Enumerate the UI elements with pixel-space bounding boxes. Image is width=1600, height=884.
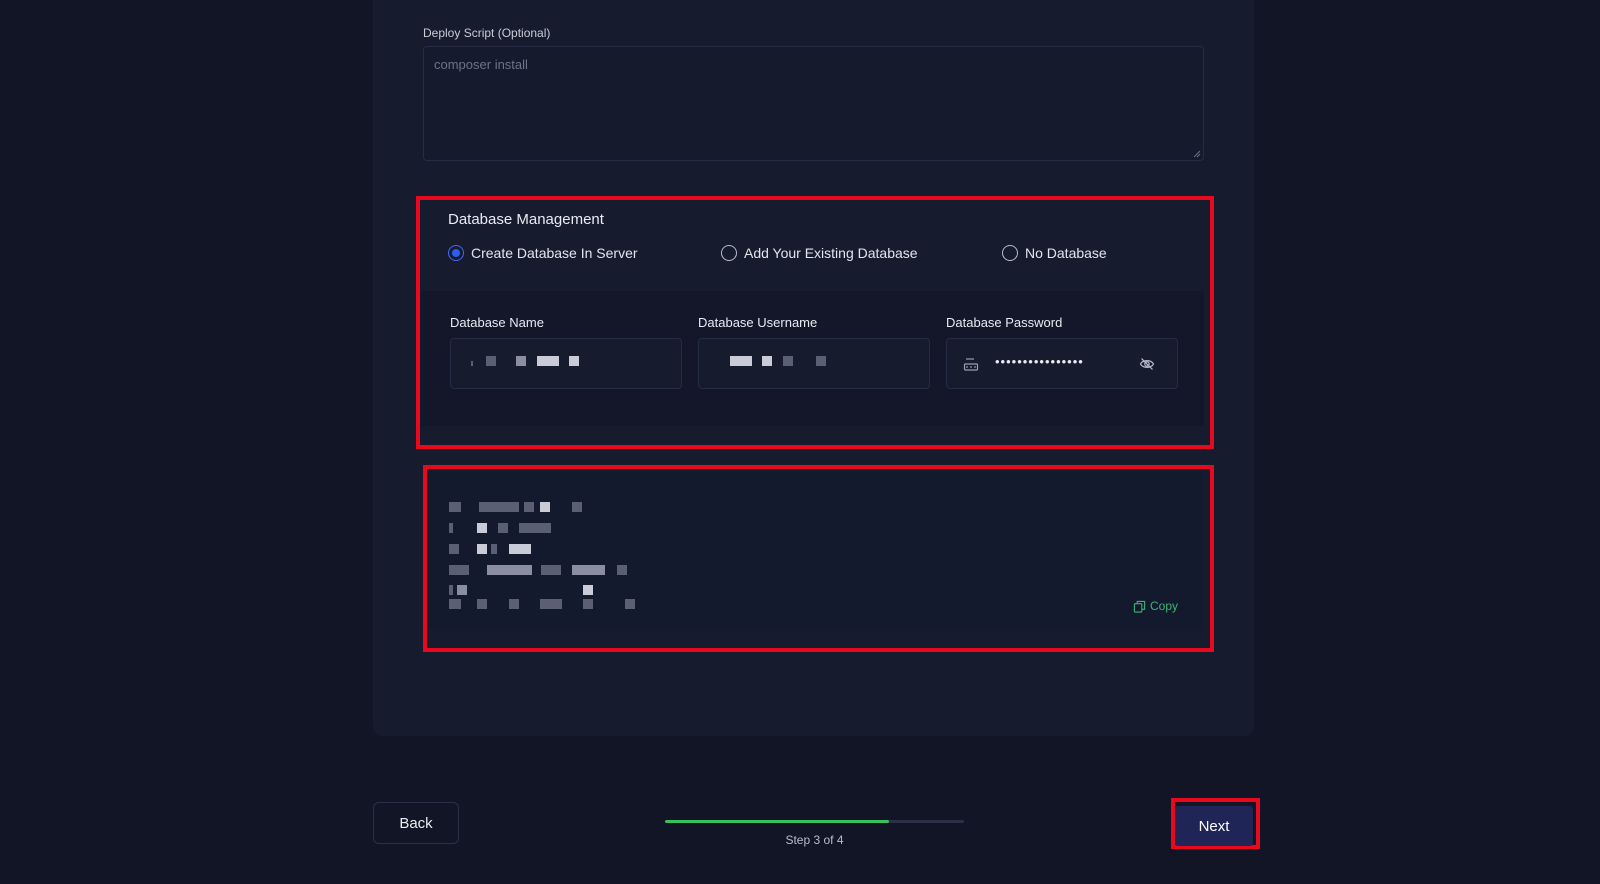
step-indicator: Step 3 of 4	[785, 833, 844, 847]
step-progress-bar	[665, 820, 964, 823]
back-button[interactable]: Back	[373, 802, 459, 844]
step-progress-fill	[665, 820, 890, 823]
highlight-credentials-box	[423, 465, 1214, 652]
deploy-script-label: Deploy Script (Optional)	[423, 26, 551, 40]
resize-handle-icon[interactable]	[1193, 150, 1201, 158]
deploy-script-placeholder: composer install	[434, 57, 528, 72]
next-button[interactable]: Next	[1175, 806, 1253, 846]
highlight-database-section	[416, 196, 1214, 449]
deploy-script-textarea[interactable]: composer install	[423, 46, 1204, 161]
